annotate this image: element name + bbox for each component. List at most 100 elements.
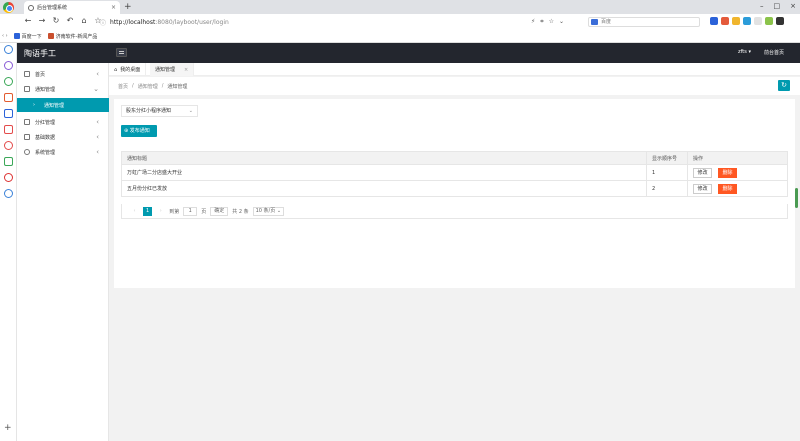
weibo-icon[interactable] (4, 173, 13, 182)
bookmark-star-icon[interactable]: ☆ (549, 18, 554, 26)
extension-icon[interactable] (754, 17, 762, 25)
scrollbar-thumb[interactable] (795, 188, 798, 208)
url-path: :8080/layboot/user/login (155, 18, 229, 26)
button-label: 发布通知 (129, 128, 150, 134)
dropdown-icon[interactable]: ⌄ (559, 18, 564, 26)
screenshot-icon[interactable]: ⌗ (540, 18, 543, 26)
breadcrumb-item[interactable]: 通知管理 (138, 83, 158, 90)
target-icon[interactable] (4, 141, 13, 150)
column-header-title: 通知标题 (121, 151, 647, 165)
browser-tab-title: 后台管理系统 (37, 5, 68, 11)
extension-icon[interactable] (710, 17, 718, 25)
close-icon[interactable]: × (184, 67, 188, 73)
gif-icon[interactable] (4, 125, 13, 134)
chevron-left-icon: ‹ (96, 133, 99, 141)
url-field[interactable]: ⓘ http://localhost:8080/layboot/user/log… (100, 16, 570, 28)
sidebar-item-label: 首页 (35, 71, 46, 78)
user-menu[interactable]: zfts ▾ (738, 49, 751, 55)
sidebar-item-system[interactable]: 系统管理 ‹ (17, 145, 109, 159)
notes-icon[interactable] (4, 77, 13, 86)
chevron-down-icon: ⌄ (93, 85, 99, 93)
apps-icon[interactable] (4, 157, 13, 166)
new-tab-button[interactable]: + (124, 2, 132, 12)
grid-icon (24, 119, 30, 125)
caret-down-icon: ▾ (748, 49, 751, 55)
maximize-icon[interactable]: □ (774, 2, 781, 10)
breadcrumb-separator: / (132, 83, 134, 89)
delete-button[interactable]: 删除 (718, 183, 737, 194)
info-icon: ⓘ (100, 19, 107, 27)
bookmarks-nav-icon[interactable]: ‹ › (2, 33, 8, 39)
refresh-icon: ↻ (781, 81, 787, 89)
notice-type-select[interactable]: 股东分红小程序通知 ⌄ (121, 105, 198, 117)
extension-icon[interactable] (4, 61, 13, 70)
pdf-icon[interactable] (4, 93, 13, 102)
close-window-icon[interactable]: × (790, 2, 796, 10)
column-header-order: 显示顺序号 (646, 151, 688, 165)
close-tab-icon[interactable]: × (111, 4, 116, 11)
chevron-left-icon: ‹ (96, 148, 99, 156)
history-icon[interactable] (4, 45, 13, 54)
delete-button[interactable]: 删除 (718, 167, 737, 178)
page-size-select[interactable]: 10 条/页 ⌄ (252, 206, 285, 216)
prev-page-button[interactable]: ‹ (130, 207, 139, 216)
extension-icon[interactable] (721, 17, 729, 25)
add-panel-icon[interactable]: + (4, 423, 12, 433)
forward-icon[interactable]: → (36, 16, 48, 25)
search-box[interactable]: 百度 (588, 17, 700, 27)
lightning-icon[interactable]: ⚡ (531, 18, 535, 26)
database-icon (24, 134, 30, 140)
sidebar-item-notice-manage[interactable]: › 通知管理 (17, 98, 109, 112)
chevron-right-icon: › (33, 102, 35, 108)
sidebar-item-notice[interactable]: 通知管理 ⌄ (17, 82, 109, 96)
sidebar-item-home[interactable]: 首页 ‹ (17, 67, 109, 81)
crop-icon[interactable] (4, 109, 13, 118)
search-placeholder: 百度 (601, 19, 612, 25)
home-icon (24, 71, 30, 77)
breadcrumb-current: 通知管理 (167, 83, 188, 90)
extension-icon[interactable] (765, 17, 773, 25)
reload-icon[interactable]: ↻ (50, 16, 62, 25)
bookmark-item[interactable]: 济南软件-新闻产品 (47, 33, 98, 40)
sidebar-item-dividend[interactable]: 分红管理 ‹ (17, 115, 109, 129)
paw-icon (13, 33, 20, 39)
current-page[interactable]: 1 (143, 206, 153, 216)
back-icon[interactable]: ← (22, 16, 34, 25)
pagination: ‹ 1 › 到第 1 页 确定 共 2 条 10 条/页 ⌄ (121, 204, 788, 219)
confirm-page-button[interactable]: 确定 (210, 206, 229, 216)
select-value: 股东分红小程序通知 (126, 108, 172, 114)
refresh-button[interactable]: ↻ (778, 80, 790, 91)
extensions-bar (710, 17, 784, 25)
browser-tab[interactable]: 后台管理系统 × (24, 1, 120, 14)
tab-notice[interactable]: 通知管理 × (150, 63, 195, 76)
front-page-link[interactable]: 前台首页 (764, 49, 784, 56)
notice-order-cell: 1 (646, 164, 688, 181)
breadcrumb-item[interactable]: 首页 (118, 83, 128, 90)
bookmark-label: 济南软件-新闻产品 (55, 33, 98, 40)
minimize-icon[interactable]: – (760, 2, 764, 10)
extension-icon[interactable] (743, 17, 751, 25)
menu-icon[interactable] (776, 17, 784, 25)
page-unit-label: 页 (201, 208, 207, 215)
chevron-down-icon: ⌄ (188, 108, 193, 114)
page-number-input[interactable]: 1 (183, 206, 198, 216)
content-card: 股东分红小程序通知 ⌄ ⊕ 发布通知 通知标题 显示顺序号 操作 万虹广场二分店… (114, 99, 795, 288)
publish-notice-button[interactable]: ⊕ 发布通知 (121, 125, 157, 137)
edit-button[interactable]: 修改 (693, 167, 712, 178)
tab-desktop[interactable]: ⌂ 我的桌面 (109, 63, 147, 76)
user-name: zfts (738, 49, 747, 55)
edit-button[interactable]: 修改 (693, 183, 712, 194)
url-host: http://localhost (110, 18, 156, 26)
undo-icon[interactable]: ↶ (64, 16, 76, 25)
connect-icon[interactable] (4, 189, 13, 198)
window-controls: – □ × (760, 2, 796, 10)
browser-sidebar: + (0, 43, 17, 441)
table-row: 五月份分红已发放 2 修改 删除 (121, 180, 788, 197)
home-icon[interactable]: ⌂ (78, 16, 90, 25)
bookmark-item[interactable]: 百度一下 (13, 33, 42, 40)
sidebar-toggle-button[interactable] (116, 48, 127, 57)
next-page-button[interactable]: › (156, 207, 165, 216)
sidebar-item-label: 基础数据 (35, 134, 56, 141)
extension-icon[interactable] (732, 17, 740, 25)
sidebar-item-base-data[interactable]: 基础数据 ‹ (17, 130, 109, 144)
